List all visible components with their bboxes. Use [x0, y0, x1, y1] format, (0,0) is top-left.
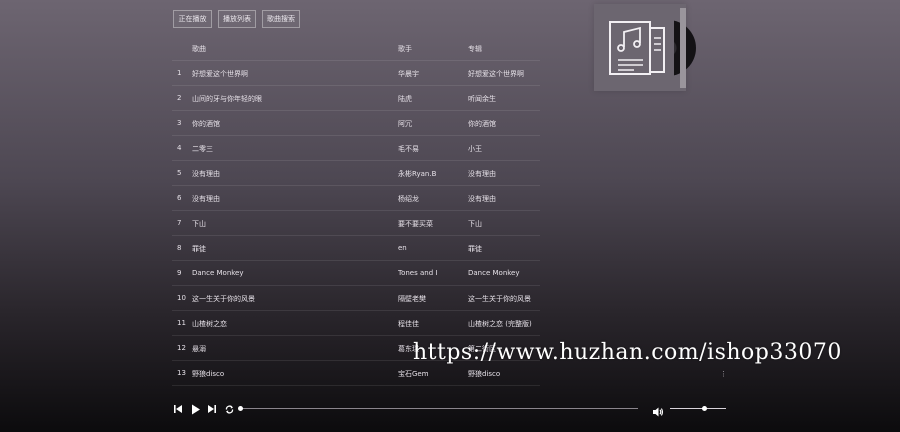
skip-previous-icon[interactable]: [172, 403, 184, 415]
song-album: 没有理由: [468, 195, 496, 203]
list-item[interactable]: 6 没有理由 杨绍龙 没有理由: [172, 186, 540, 211]
song-artist: 永彬Ryan.B: [398, 170, 437, 178]
song-index: 4: [177, 144, 182, 152]
list-item[interactable]: 7 下山 要不要买菜 下山: [172, 211, 540, 236]
play-icon[interactable]: [189, 403, 201, 415]
song-index: 6: [177, 194, 182, 202]
album-cover: [594, 4, 686, 91]
progress-knob[interactable]: [238, 406, 243, 411]
song-index: 2: [177, 94, 182, 102]
volume-slider[interactable]: [670, 406, 726, 411]
song-index: 9: [177, 269, 182, 277]
list-item[interactable]: 8 罪徒 en 罪徒: [172, 236, 540, 261]
list-item[interactable]: 3 你的酒馆 阿冗 你的酒馆: [172, 111, 540, 136]
song-artist: 毛不易: [398, 145, 419, 153]
song-artist: 要不要买菜: [398, 220, 433, 228]
list-item[interactable]: 9 Dance Monkey Tones and I Dance Monkey: [172, 261, 540, 286]
song-index: 3: [177, 119, 182, 127]
song-title: 罪徒: [192, 245, 206, 253]
song-artist: 程佳佳: [398, 320, 419, 328]
volume-knob[interactable]: [701, 406, 707, 411]
song-album: 没有理由: [468, 170, 496, 178]
song-index: 10: [177, 294, 186, 302]
song-album: 小王: [468, 145, 482, 153]
skip-next-icon[interactable]: [206, 403, 218, 415]
song-title: 野狼disco: [192, 370, 225, 378]
tab-bar: 正在播放 播放列表 歌曲搜索: [173, 10, 300, 28]
list-header: 歌曲 歌手 专辑: [172, 36, 540, 61]
scroll-indicator: ⋮: [720, 370, 727, 378]
list-item[interactable]: 1 好想爱这个世界啊 华晨宇 好想爱这个世界啊: [172, 61, 540, 86]
volume-icon[interactable]: [652, 403, 664, 417]
song-artist: 隔壁老樊: [398, 295, 426, 303]
list-item[interactable]: 10 这一生关于你的风景 隔壁老樊 这一生关于你的风景: [172, 286, 540, 311]
song-album: 罪徒: [468, 245, 482, 253]
song-index: 1: [177, 69, 182, 77]
song-album: 山楂树之恋 (完整版): [468, 320, 532, 328]
cover-edge: [680, 8, 686, 88]
list-item[interactable]: 4 二零三 毛不易 小王: [172, 136, 540, 161]
song-index: 5: [177, 169, 182, 177]
song-title: 你的酒馆: [192, 120, 220, 128]
song-album: 你的酒馆: [468, 120, 496, 128]
song-album: 野狼disco: [468, 370, 501, 378]
song-album: 下山: [468, 220, 482, 228]
playback-controls: [172, 402, 235, 416]
song-index: 8: [177, 244, 182, 252]
song-album: Dance Monkey: [468, 269, 520, 277]
song-title: 悬溺: [192, 345, 206, 353]
song-artist: en: [398, 244, 407, 252]
header-artist: 歌手: [398, 45, 412, 53]
watermark-text: https://www.huzhan.com/ishop33070: [413, 340, 842, 365]
song-album: 这一生关于你的风景: [468, 295, 531, 303]
song-artist: 阿冗: [398, 120, 412, 128]
song-index: 7: [177, 219, 182, 227]
song-title: 没有理由: [192, 195, 220, 203]
song-title: 这一生关于你的风景: [192, 295, 255, 303]
loop-icon[interactable]: [223, 403, 235, 415]
song-title: Dance Monkey: [192, 269, 244, 277]
song-album: 好想爱这个世界啊: [468, 70, 524, 78]
song-index: 11: [177, 319, 186, 327]
list-item[interactable]: 11 山楂树之恋 程佳佳 山楂树之恋 (完整版): [172, 311, 540, 336]
song-artist: 陆虎: [398, 95, 412, 103]
song-index: 13: [177, 369, 186, 377]
song-title: 山楂树之恋: [192, 320, 227, 328]
song-title: 好想爱这个世界啊: [192, 70, 248, 78]
song-title: 二零三: [192, 145, 213, 153]
progress-bar[interactable]: [238, 406, 638, 411]
song-album: 听闻余生: [468, 95, 496, 103]
tab-playlist[interactable]: 播放列表: [218, 10, 256, 28]
song-index: 12: [177, 344, 186, 352]
tab-song-search[interactable]: 歌曲搜索: [262, 10, 300, 28]
list-item[interactable]: 2 山间的牙与你年轻的眼 陆虎 听闻余生: [172, 86, 540, 111]
song-artist: 宝石Gem: [398, 370, 429, 378]
song-artist: 杨绍龙: [398, 195, 419, 203]
tab-now-playing[interactable]: 正在播放: [173, 10, 212, 28]
song-artist: 华晨宇: [398, 70, 419, 78]
song-title: 山间的牙与你年轻的眼: [192, 95, 262, 103]
song-title: 没有理由: [192, 170, 220, 178]
header-album: 专辑: [468, 45, 482, 53]
header-song: 歌曲: [192, 45, 206, 53]
music-note-document-icon: [609, 21, 665, 75]
song-list: 歌曲 歌手 专辑 1 好想爱这个世界啊 华晨宇 好想爱这个世界啊 2 山间的牙与你年轻的眼…: [172, 36, 540, 386]
song-artist: Tones and I: [398, 269, 438, 277]
list-item[interactable]: 5 没有理由 永彬Ryan.B 没有理由: [172, 161, 540, 186]
song-title: 下山: [192, 220, 206, 228]
